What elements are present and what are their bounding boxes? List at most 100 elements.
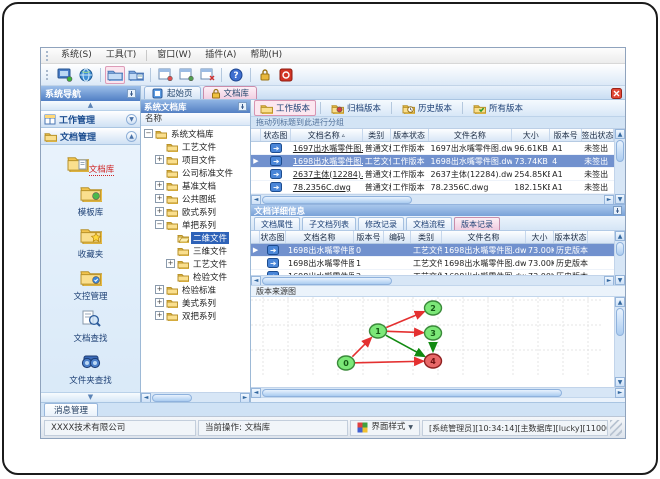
version-node-1[interactable]: 1: [368, 323, 388, 339]
versions-hscrollbar-thumb[interactable]: [262, 276, 392, 285]
tab-文档库[interactable]: 文档库: [202, 86, 258, 99]
sidebar-item-收藏夹[interactable]: 收藏夹: [41, 222, 140, 264]
tree-item-单把系列[interactable]: − 单把系列: [141, 218, 250, 231]
menu-item-5[interactable]: 帮助(H): [243, 48, 289, 63]
versions-vscrollbar-down-arrow[interactable]: ▼: [615, 275, 625, 285]
sidebar-collapse-down[interactable]: ▼: [41, 392, 140, 402]
menu-item-2[interactable]: 工具(T): [99, 48, 144, 63]
tree-item-工艺文件[interactable]: 工艺文件: [141, 140, 250, 153]
versions-table-hscrollbar[interactable]: ◄ ►: [251, 275, 614, 285]
interface-screen-icon[interactable]: [55, 66, 75, 84]
column-header-类别[interactable]: 类别: [363, 129, 391, 141]
graph-vscrollbar-down-arrow[interactable]: ▼: [615, 377, 625, 387]
version-node-3[interactable]: 3: [423, 325, 443, 341]
tree-item-公司标准文件[interactable]: 公司标准文件: [141, 166, 250, 179]
graph-hscrollbar[interactable]: ◄ ►: [251, 387, 625, 398]
window-close-icon[interactable]: [197, 66, 217, 84]
tree-item-双把系列[interactable]: + 双把系列: [141, 309, 250, 322]
versions-vscrollbar-thumb[interactable]: [616, 242, 624, 256]
detail-tab-文档流程[interactable]: 文档流程: [406, 217, 452, 230]
chevron-up-icon[interactable]: ▲: [126, 130, 137, 142]
column-header-大小[interactable]: 大小: [526, 231, 554, 243]
graph-hscrollbar-thumb[interactable]: [262, 388, 562, 397]
detail-tab-文档属性[interactable]: 文档属性: [254, 217, 300, 230]
tab-起始页[interactable]: 起始页: [144, 86, 201, 99]
tree-item-二维文件[interactable]: 二维文件: [141, 231, 250, 244]
column-header-大小[interactable]: 大小: [512, 129, 551, 141]
tree-item-公共图纸[interactable]: + 公共图纸: [141, 192, 250, 205]
collapse-icon[interactable]: −: [155, 220, 164, 229]
ui-style-dropdown[interactable]: 界面样式 ▼: [350, 419, 420, 436]
sidebar-panel-1[interactable]: 工作管理 ▼: [41, 111, 140, 128]
graph-hscrollbar-right-arrow[interactable]: ►: [615, 387, 625, 398]
table-row[interactable]: ▶1698出水嘴零件图.dwg0工艺文件1698出水嘴零件图.dwg73.00K…: [251, 244, 614, 257]
tree-item-检验标准[interactable]: + 检验标准: [141, 283, 250, 296]
tree-hscrollbar-thumb[interactable]: [152, 393, 192, 402]
column-header-文件名称[interactable]: 文件名称: [442, 231, 526, 243]
graph-vscrollbar-up-arrow[interactable]: ▲: [615, 297, 625, 307]
sidebar-panel-2[interactable]: 文档管理 ▲: [41, 128, 140, 145]
documents-hscrollbar-right-arrow[interactable]: ►: [604, 194, 614, 204]
table-row[interactable]: 78.2356C.dwg 普通文档工作版本 78.2356C.dwg 182.15KB…: [251, 181, 614, 194]
resize-grip[interactable]: [610, 419, 622, 436]
close-icon[interactable]: [611, 88, 622, 99]
menu-item-4[interactable]: 插件(A): [198, 48, 243, 63]
column-header-签出状态[interactable]: 签出状态: [582, 129, 614, 141]
sidebar-item-模板库[interactable]: 模板库: [41, 180, 140, 222]
detail-tab-修改记录[interactable]: 修改记录: [358, 217, 404, 230]
column-header-版本状态[interactable]: 版本状态: [554, 231, 588, 243]
chevron-down-icon[interactable]: ▼: [126, 113, 137, 125]
graph-vscrollbar-thumb[interactable]: [616, 308, 624, 336]
version-node-4[interactable]: 4: [423, 353, 443, 369]
expand-icon[interactable]: +: [155, 311, 164, 320]
documents-vscrollbar-down-arrow[interactable]: ▼: [615, 194, 625, 204]
column-header-文档名称[interactable]: 文档名称: [286, 231, 354, 243]
column-header-文档名称[interactable]: 文档名称 ▵: [291, 129, 363, 141]
pin-icon[interactable]: [238, 102, 247, 111]
versions-vscrollbar-up-arrow[interactable]: ▲: [615, 231, 625, 241]
tree-item-检验文件[interactable]: 检验文件: [141, 270, 250, 283]
button-历史版本[interactable]: 历史版本: [396, 100, 458, 116]
menu-item-3[interactable]: 窗口(W): [150, 48, 198, 63]
exit-icon[interactable]: [276, 66, 296, 84]
expand-icon[interactable]: +: [155, 155, 164, 164]
documents-table-hscrollbar[interactable]: ◄ ►: [251, 194, 614, 204]
collapse-icon[interactable]: −: [144, 129, 153, 138]
table-row[interactable]: 1697出水嘴零件图.dwg普通文档工作版本1697出水嘴零件图.dwg96.6…: [251, 142, 614, 155]
sidebar-item-文件夹查找[interactable]: 文件夹查找: [41, 348, 140, 390]
tab-message-management[interactable]: 消息管理: [44, 403, 99, 416]
documents-vscrollbar-up-arrow[interactable]: ▲: [615, 129, 625, 139]
expand-icon[interactable]: +: [155, 285, 164, 294]
column-header-状态图[interactable]: 状态图: [260, 231, 286, 243]
tree-item-三维文件[interactable]: 三维文件: [141, 244, 250, 257]
detail-tab-版本记录[interactable]: 版本记录: [454, 217, 500, 230]
tree-item-基准文档[interactable]: + 基准文档: [141, 179, 250, 192]
column-header-版本状态[interactable]: 版本状态: [391, 129, 429, 141]
open-folder-icon[interactable]: [105, 65, 125, 84]
table-row[interactable]: 1698出水嘴零件图.dwg1工艺文件1698出水嘴零件图.dwg73.00KB…: [251, 257, 614, 270]
tree-hscrollbar-left-arrow[interactable]: ◄: [141, 392, 151, 402]
sidebar-item-文控管理[interactable]: 文控管理: [41, 264, 140, 306]
help-icon[interactable]: ?: [226, 66, 246, 84]
button-所有版本[interactable]: 所有版本: [467, 100, 529, 116]
table-row[interactable]: ▶1698出水嘴零件图.dwg工艺文件工作版本1698出水嘴零件图.dwg73.…: [251, 155, 614, 168]
expand-icon[interactable]: +: [166, 259, 175, 268]
pin-icon[interactable]: [613, 206, 622, 215]
tree-column-header[interactable]: 名称: [141, 113, 250, 126]
detail-tab-子文档列表[interactable]: 子文档列表: [302, 217, 356, 230]
versions-hscrollbar-right-arrow[interactable]: ►: [604, 275, 614, 285]
table-row[interactable]: 2637主体(12284).dwg普通文档工作版本2637主体(12284).d…: [251, 168, 614, 181]
folder-view-icon[interactable]: [126, 66, 146, 84]
version-node-2[interactable]: 2: [423, 300, 443, 316]
tree-hscrollbar-right-arrow[interactable]: ►: [240, 392, 250, 402]
tree-hscrollbar[interactable]: ◄ ►: [141, 392, 250, 402]
menu-item-1[interactable]: 系统(S): [54, 48, 99, 63]
documents-vscrollbar-thumb[interactable]: [616, 140, 624, 162]
graph-vscrollbar[interactable]: ▲ ▼: [614, 297, 625, 387]
graph-hscrollbar-left-arrow[interactable]: ◄: [251, 387, 261, 398]
expand-icon[interactable]: +: [155, 298, 164, 307]
window-new-icon[interactable]: [155, 66, 175, 84]
tree-item-欧式系列[interactable]: + 欧式系列: [141, 205, 250, 218]
column-header-类别[interactable]: 类别: [411, 231, 442, 243]
documents-hscrollbar-left-arrow[interactable]: ◄: [251, 194, 261, 204]
